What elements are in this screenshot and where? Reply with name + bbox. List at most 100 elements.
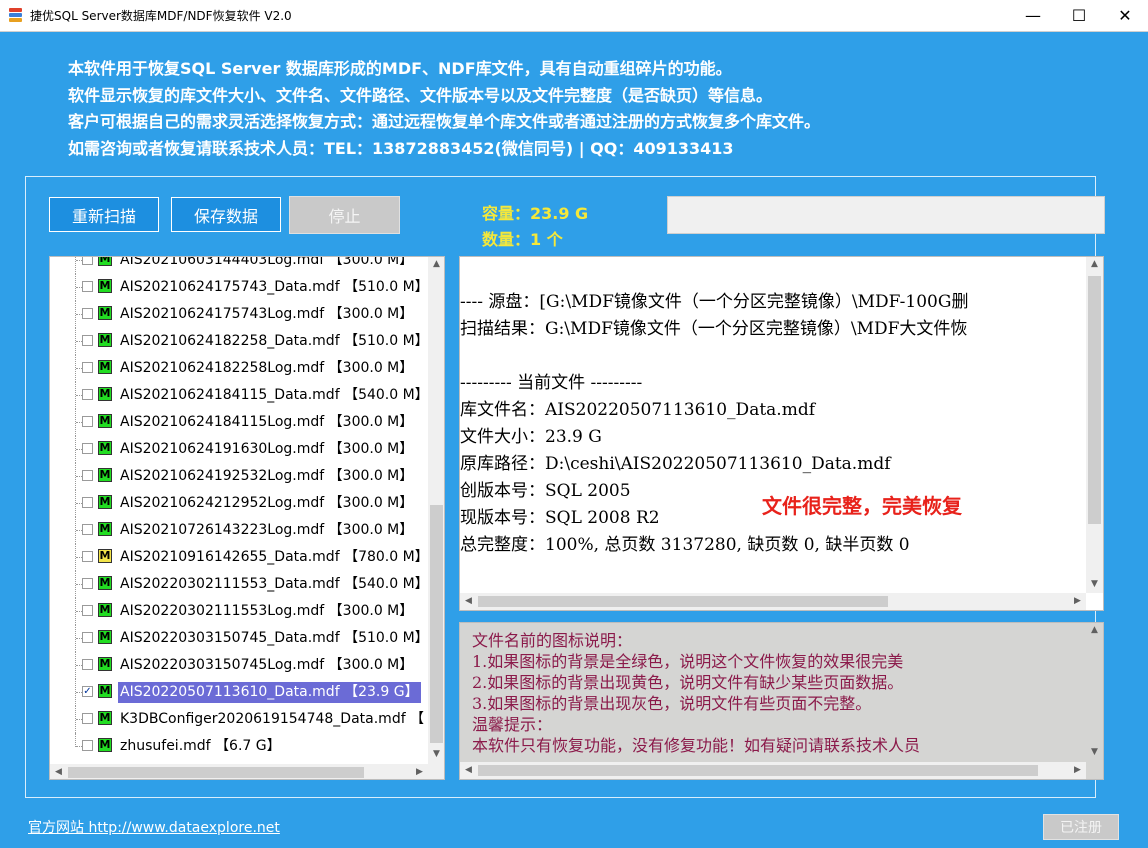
- scan-result-line: 扫描结果：G:\MDF镜像文件（一个分区完整镜像）\MDF大文件恢: [460, 319, 968, 339]
- scroll-right-arrow[interactable]: ▶: [1069, 596, 1086, 606]
- file-tree-item[interactable]: M AIS20210624175743Log.mdf 【300.0 M】: [50, 301, 428, 328]
- file-checkbox[interactable]: [82, 632, 93, 643]
- file-item-label[interactable]: AIS20210624182258_Data.mdf 【510.0 M】: [118, 331, 431, 352]
- tree-scroll-thumb[interactable]: [430, 505, 443, 743]
- file-checkbox[interactable]: ✓: [82, 686, 93, 697]
- file-name: AIS20210624191630Log.mdf: [120, 441, 325, 457]
- file-tree-item[interactable]: M AIS20220302111553Log.mdf 【300.0 M】: [50, 598, 428, 625]
- official-website-link[interactable]: 官方网站 http://www.dataexplore.net: [28, 817, 280, 837]
- file-tree-item[interactable]: M AIS20210726143223Log.mdf 【300.0 M】: [50, 517, 428, 544]
- file-checkbox[interactable]: [82, 257, 93, 265]
- file-info-panel[interactable]: ---- 源盘：[G:\MDF镜像文件（一个分区完整镜像）\MDF-100G删 …: [459, 256, 1104, 611]
- legend-hscroll-thumb[interactable]: [478, 765, 1038, 776]
- file-checkbox[interactable]: [82, 443, 93, 454]
- info-horizontal-scrollbar[interactable]: ◀ ▶: [460, 593, 1086, 610]
- info-vertical-scrollbar[interactable]: ▲ ▼: [1086, 257, 1103, 593]
- info-scroll-thumb[interactable]: [1088, 276, 1101, 524]
- maximize-button[interactable]: ☐: [1056, 0, 1102, 31]
- file-tree-item[interactable]: M AIS20210916142655_Data.mdf 【780.0 M】: [50, 544, 431, 571]
- file-status-icon: M: [98, 657, 112, 671]
- file-checkbox[interactable]: [82, 416, 93, 427]
- file-checkbox[interactable]: [82, 362, 93, 373]
- file-checkbox[interactable]: [82, 605, 93, 616]
- file-item-label[interactable]: AIS20210624184115Log.mdf 【300.0 M】: [118, 412, 415, 433]
- minimize-button[interactable]: —: [1010, 0, 1056, 31]
- file-item-label[interactable]: AIS20220303150745Log.mdf 【300.0 M】: [118, 655, 415, 676]
- file-checkbox[interactable]: [82, 281, 93, 292]
- file-item-label[interactable]: AIS20220303150745_Data.mdf 【510.0 M】: [118, 628, 431, 649]
- file-item-label[interactable]: AIS20210624182258Log.mdf 【300.0 M】: [118, 358, 415, 379]
- file-item-label[interactable]: AIS20210624175743Log.mdf 【300.0 M】: [118, 304, 415, 325]
- info-hscroll-thumb[interactable]: [478, 596, 888, 607]
- file-tree-item[interactable]: M AIS20210624191630Log.mdf 【300.0 M】: [50, 436, 428, 463]
- scroll-left-arrow[interactable]: ◀: [460, 765, 477, 775]
- stop-button[interactable]: 停止: [289, 196, 400, 234]
- scroll-down-arrow[interactable]: ▼: [1086, 747, 1103, 757]
- file-checkbox[interactable]: [82, 335, 93, 346]
- scroll-down-arrow[interactable]: ▼: [1086, 579, 1103, 589]
- tree-vertical-scrollbar[interactable]: ▲ ▼: [428, 257, 444, 764]
- close-button[interactable]: ✕: [1102, 0, 1148, 31]
- file-tree-item[interactable]: Mzhusufei.mdf 【6.7 G】: [50, 733, 428, 760]
- file-item-label[interactable]: AIS20210624175743_Data.mdf 【510.0 M】: [118, 277, 431, 298]
- file-item-label[interactable]: AIS20220302111553_Data.mdf 【540.0 M】: [118, 574, 431, 595]
- file-checkbox[interactable]: [82, 659, 93, 670]
- file-item-label[interactable]: AIS20210726143223Log.mdf 【300.0 M】: [118, 520, 415, 541]
- file-checkbox[interactable]: [82, 497, 93, 508]
- file-tree-item[interactable]: M AIS20210624175743_Data.mdf 【510.0 M】: [50, 274, 431, 301]
- scroll-right-arrow[interactable]: ▶: [1069, 765, 1086, 775]
- file-tree-item[interactable]: M AIS20210624182258_Data.mdf 【510.0 M】: [50, 328, 431, 355]
- file-tree-item[interactable]: M AIS20210624182258Log.mdf 【300.0 M】: [50, 355, 428, 382]
- file-item-label[interactable]: AIS20210603144403Log.mdf 【300.0 M】: [118, 257, 415, 271]
- file-checkbox[interactable]: [82, 713, 93, 724]
- file-status-icon: M: [98, 360, 112, 374]
- legend-vertical-scrollbar[interactable]: ▲ ▼: [1086, 623, 1103, 762]
- file-tree-item[interactable]: M AIS20220303150745_Data.mdf 【510.0 M】: [50, 625, 431, 652]
- file-checkbox[interactable]: [82, 551, 93, 562]
- file-item-label[interactable]: zhusufei.mdf 【6.7 G】: [118, 736, 283, 757]
- intro-line: 如需咨询或者恢复请联系技术人员：TEL：13872883452(微信同号) | …: [68, 138, 734, 158]
- tree-horizontal-scrollbar[interactable]: ◀ ▶: [50, 764, 428, 779]
- file-status-icon: M: [98, 468, 112, 482]
- file-tree[interactable]: Mzhusufei.mdf 【6.7 G】 M K3DBConfiger202061…: [49, 256, 445, 780]
- registered-button[interactable]: 已注册: [1043, 814, 1119, 840]
- file-item-label[interactable]: AIS20220507113610_Data.mdf 【23.9 G】: [118, 682, 421, 703]
- file-checkbox[interactable]: [82, 740, 93, 751]
- file-item-label[interactable]: AIS20210624191630Log.mdf 【300.0 M】: [118, 439, 415, 460]
- file-size: 【300.0 M】: [328, 468, 414, 484]
- file-tree-item[interactable]: M AIS20220303150745Log.mdf 【300.0 M】: [50, 652, 428, 679]
- legend-horizontal-scrollbar[interactable]: ◀ ▶: [460, 762, 1086, 779]
- file-checkbox[interactable]: [82, 578, 93, 589]
- file-tree-item[interactable]: M AIS20210624192532Log.mdf 【300.0 M】: [50, 463, 428, 490]
- file-checkbox[interactable]: [82, 389, 93, 400]
- file-tree-item[interactable]: M AIS20220302111553_Data.mdf 【540.0 M】: [50, 571, 431, 598]
- file-checkbox[interactable]: [82, 308, 93, 319]
- file-tree-item[interactable]: ✓ M AIS20220507113610_Data.mdf 【23.9 G】: [50, 679, 428, 706]
- file-item-label[interactable]: AIS20210624192532Log.mdf 【300.0 M】: [118, 466, 415, 487]
- scroll-up-arrow[interactable]: ▲: [1086, 625, 1103, 635]
- scroll-down-arrow[interactable]: ▼: [428, 749, 444, 759]
- scroll-left-arrow[interactable]: ◀: [460, 596, 477, 606]
- scroll-up-arrow[interactable]: ▲: [1086, 259, 1103, 269]
- icon-legend-panel[interactable]: 文件名前的图标说明： 1.如果图标的背景是全绿色，说明这个文件恢复的效果很完美 …: [459, 622, 1104, 780]
- tree-hscroll-thumb[interactable]: [68, 767, 364, 778]
- rescan-button[interactable]: 重新扫描: [49, 197, 159, 232]
- file-item-label[interactable]: AIS20220302111553Log.mdf 【300.0 M】: [118, 601, 415, 622]
- file-item-label[interactable]: K3DBConfiger2020619154748_Data.mdf 【: [118, 709, 426, 730]
- file-tree-item[interactable]: M AIS20210624184115Log.mdf 【300.0 M】: [50, 409, 428, 436]
- scroll-right-arrow[interactable]: ▶: [411, 767, 428, 777]
- file-tree-item[interactable]: M AIS20210624184115_Data.mdf 【540.0 M】: [50, 382, 431, 409]
- file-checkbox[interactable]: [82, 470, 93, 481]
- scroll-corner: [428, 764, 444, 779]
- file-tree-item[interactable]: M K3DBConfiger2020619154748_Data.mdf 【: [50, 706, 428, 733]
- file-tree-item[interactable]: M AIS20210603144403Log.mdf 【300.0 M】: [50, 257, 428, 274]
- file-item-label[interactable]: AIS20210916142655_Data.mdf 【780.0 M】: [118, 547, 431, 568]
- file-item-label[interactable]: AIS20210624212952Log.mdf 【300.0 M】: [118, 493, 415, 514]
- file-status-icon: M: [98, 414, 112, 428]
- file-checkbox[interactable]: [82, 524, 93, 535]
- scroll-left-arrow[interactable]: ◀: [50, 767, 67, 777]
- save-data-button[interactable]: 保存数据: [171, 197, 281, 232]
- file-tree-item[interactable]: M AIS20210624212952Log.mdf 【300.0 M】: [50, 490, 428, 517]
- scroll-up-arrow[interactable]: ▲: [428, 259, 444, 269]
- file-item-label[interactable]: AIS20210624184115_Data.mdf 【540.0 M】: [118, 385, 431, 406]
